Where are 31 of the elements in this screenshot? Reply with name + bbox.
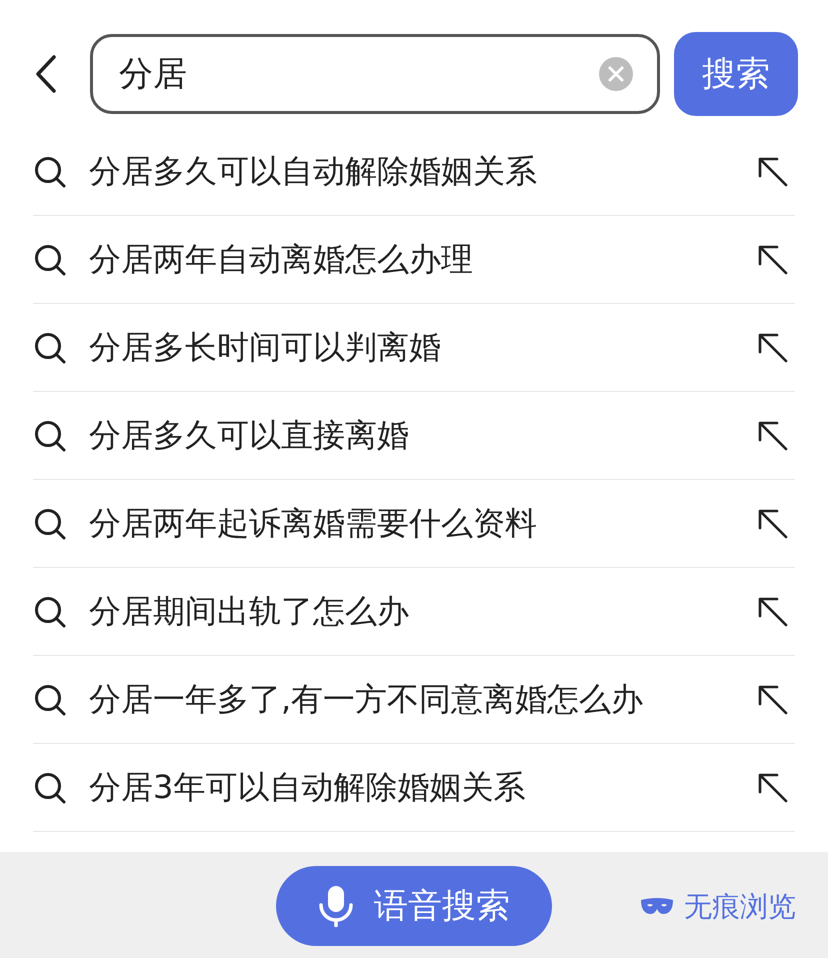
arrow-up-left-icon[interactable] bbox=[757, 508, 789, 540]
search-icon bbox=[33, 154, 67, 188]
search-icon bbox=[33, 682, 67, 716]
suggestion-item[interactable]: 分居多久可以自动解除婚姻关系 bbox=[33, 128, 795, 216]
arrow-up-left-icon[interactable] bbox=[757, 772, 789, 804]
arrow-up-left-icon[interactable] bbox=[757, 684, 789, 716]
search-icon bbox=[33, 418, 67, 452]
search-icon bbox=[33, 506, 67, 540]
search-input[interactable]: 分居 bbox=[117, 53, 599, 95]
suggestion-item[interactable]: 分居3年可以自动解除婚姻关系 bbox=[33, 744, 795, 832]
arrow-up-left-icon[interactable] bbox=[757, 156, 789, 188]
microphone-icon bbox=[318, 885, 354, 927]
arrow-up-left-icon[interactable] bbox=[757, 244, 789, 276]
search-icon bbox=[33, 770, 67, 804]
mask-icon bbox=[640, 897, 674, 917]
incognito-button[interactable]: 无痕浏览 bbox=[640, 888, 796, 926]
search-icon bbox=[33, 242, 67, 276]
suggestion-item[interactable]: 分居多久可以直接离婚 bbox=[33, 392, 795, 480]
search-button[interactable]: 搜索 bbox=[674, 32, 798, 116]
search-field[interactable]: 分居 bbox=[90, 34, 660, 114]
suggestion-item[interactable]: 分居期间出轨了怎么办 bbox=[33, 568, 795, 656]
arrow-up-left-icon[interactable] bbox=[757, 596, 789, 628]
suggestion-item[interactable]: 分居多长时间可以判离婚 bbox=[33, 304, 795, 392]
suggestion-item[interactable]: 分居一年多了,有一方不同意离婚怎么办 bbox=[33, 656, 795, 744]
suggestion-item[interactable]: 分居两年起诉离婚需要什么资料 bbox=[33, 480, 795, 568]
suggestion-item[interactable]: 分居两年自动离婚怎么办理 bbox=[33, 216, 795, 304]
arrow-up-left-icon[interactable] bbox=[757, 420, 789, 452]
voice-search-button[interactable]: 语音搜索 bbox=[276, 866, 552, 946]
search-icon bbox=[33, 330, 67, 364]
arrow-up-left-icon[interactable] bbox=[757, 332, 789, 364]
search-icon bbox=[33, 594, 67, 628]
